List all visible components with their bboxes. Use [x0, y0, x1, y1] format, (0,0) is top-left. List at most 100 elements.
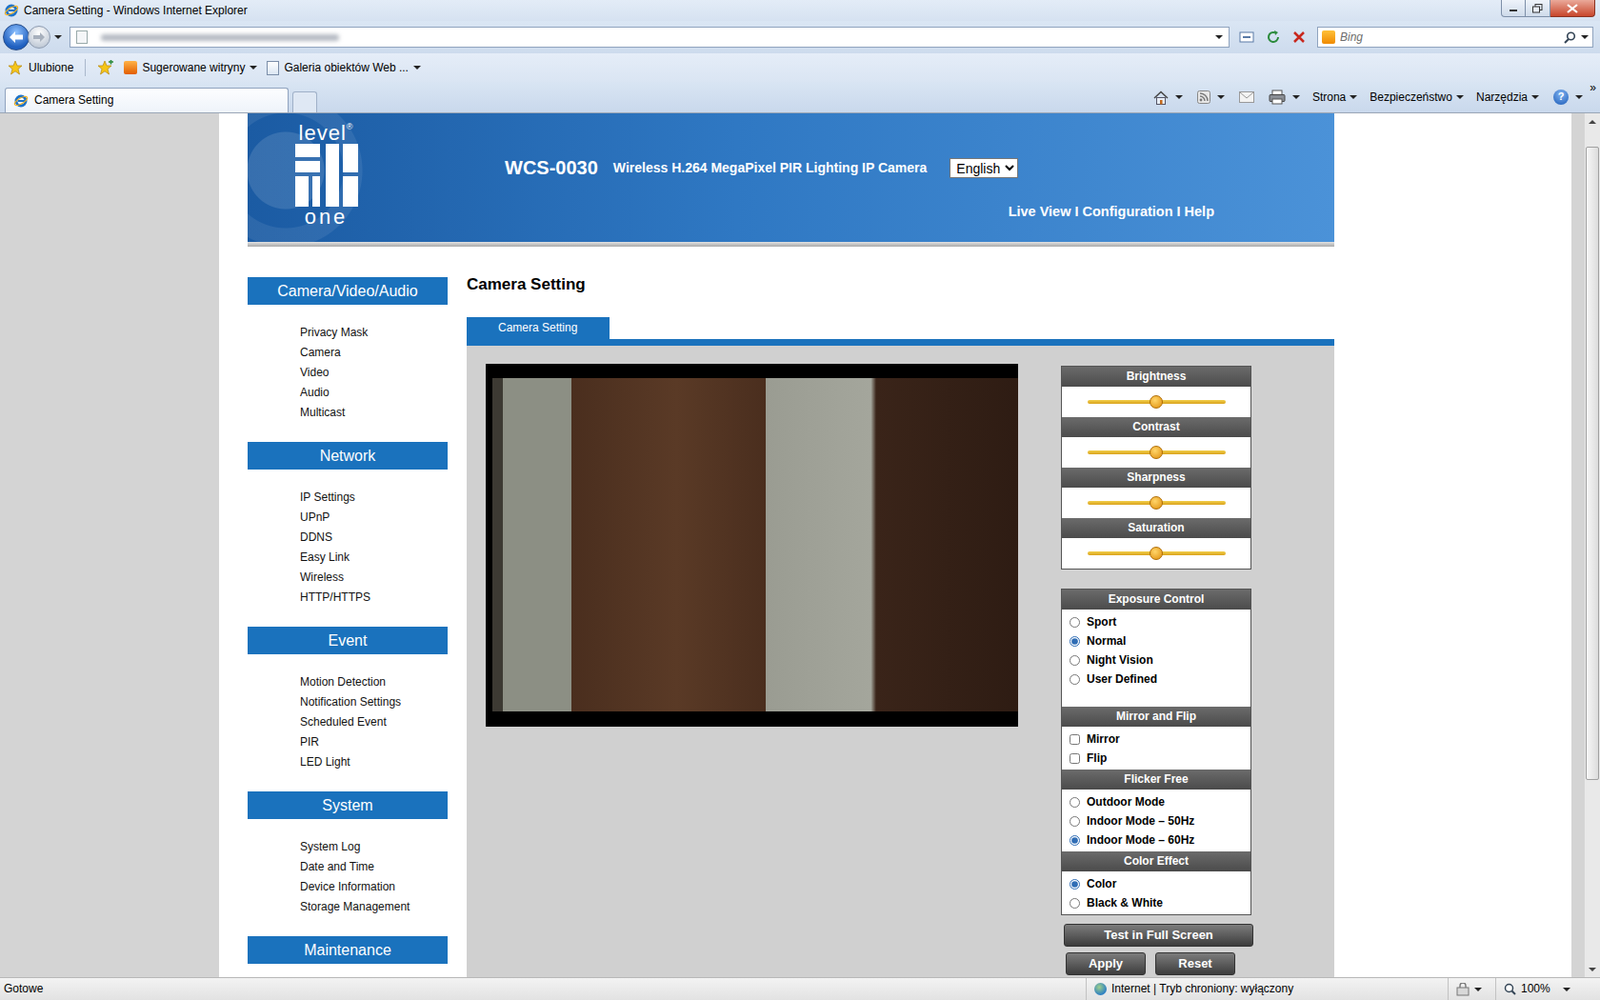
- sidebar-item[interactable]: Motion Detection: [300, 672, 448, 693]
- scroll-up-button[interactable]: [1584, 113, 1600, 130]
- sidebar-section-title[interactable]: Event: [247, 626, 448, 655]
- mail-icon[interactable]: [1239, 91, 1255, 103]
- sidebar-section-title[interactable]: Camera/Video/Audio: [247, 277, 448, 305]
- slider-knob[interactable]: [1149, 496, 1163, 510]
- command-caret-icon[interactable]: [1349, 95, 1358, 100]
- radio-button[interactable]: [1069, 617, 1080, 628]
- slider[interactable]: [1061, 386, 1251, 418]
- sidebar-item[interactable]: PIR: [300, 732, 448, 753]
- radio-button[interactable]: [1069, 898, 1080, 909]
- sidebar-item[interactable]: HTTP/HTTPS: [300, 587, 448, 608]
- feeds-icon[interactable]: [1197, 90, 1211, 104]
- top-link[interactable]: Live View: [1008, 203, 1072, 220]
- favorites-star-icon[interactable]: [7, 60, 23, 76]
- search-box[interactable]: [1317, 26, 1594, 48]
- checkbox[interactable]: [1069, 753, 1080, 764]
- favorite-item[interactable]: Sugerowane witryny: [123, 60, 258, 76]
- sidebar-item[interactable]: Date and Time: [300, 857, 448, 878]
- magnifier-icon[interactable]: [1563, 31, 1577, 44]
- option-label[interactable]: Normal: [1086, 634, 1126, 649]
- sidebar-item[interactable]: Device Information: [300, 877, 448, 898]
- radio-option[interactable]: Sport: [1069, 612, 1251, 632]
- home-icon[interactable]: [1153, 90, 1169, 105]
- stop-icon[interactable]: [1292, 30, 1306, 44]
- favorite-item[interactable]: Galeria obiektów Web ...: [266, 60, 421, 76]
- sidebar-item[interactable]: Privacy Mask: [300, 322, 448, 343]
- radio-option[interactable]: Night Vision: [1069, 650, 1251, 670]
- sidebar-section-title[interactable]: Network: [247, 441, 448, 470]
- search-caret-icon[interactable]: [1580, 35, 1589, 40]
- address-caret-icon[interactable]: [1215, 35, 1223, 40]
- favorites-label[interactable]: Ulubione: [28, 60, 74, 76]
- slider-track[interactable]: [1087, 500, 1226, 505]
- scroll-thumb[interactable]: [1585, 146, 1600, 780]
- help-icon[interactable]: ?: [1553, 89, 1569, 105]
- top-link[interactable]: Configuration: [1082, 203, 1174, 220]
- option-label[interactable]: Color: [1086, 877, 1117, 892]
- radio-option[interactable]: Black & White: [1069, 893, 1251, 913]
- option-label[interactable]: Indoor Mode – 50Hz: [1086, 814, 1195, 829]
- option-label[interactable]: Mirror: [1086, 732, 1120, 747]
- sidebar-item[interactable]: Storage Management: [300, 897, 448, 918]
- scroll-down-button[interactable]: [1584, 960, 1600, 978]
- radio-button[interactable]: [1069, 879, 1080, 890]
- sidebar-item[interactable]: Scheduled Event: [300, 712, 448, 733]
- option-label[interactable]: Flip: [1086, 751, 1107, 766]
- new-tab-button[interactable]: [292, 91, 318, 113]
- command-caret-icon[interactable]: [1456, 95, 1464, 100]
- radio-button[interactable]: [1069, 835, 1080, 846]
- radio-button[interactable]: [1069, 797, 1080, 808]
- help-caret-icon[interactable]: [1575, 95, 1583, 100]
- radio-option[interactable]: Outdoor Mode: [1069, 792, 1251, 812]
- slider-knob[interactable]: [1149, 445, 1163, 460]
- compatibility-icon[interactable]: [1239, 30, 1255, 44]
- tab-label[interactable]: Camera Setting: [34, 93, 114, 108]
- top-link[interactable]: Help: [1184, 203, 1215, 220]
- zoom-level[interactable]: 100%: [1520, 981, 1551, 997]
- sidebar-item[interactable]: IP Settings: [300, 487, 448, 508]
- option-label[interactable]: Night Vision: [1086, 653, 1154, 668]
- command-menu[interactable]: Narzędzia: [1476, 90, 1540, 105]
- sidebar-item[interactable]: Video: [300, 362, 448, 383]
- slider-knob[interactable]: [1149, 546, 1163, 560]
- forward-button[interactable]: [27, 25, 51, 49]
- restore-button[interactable]: [1525, 0, 1551, 18]
- settings-tab[interactable]: Camera Setting: [466, 317, 610, 340]
- command-label[interactable]: Strona: [1312, 90, 1346, 105]
- print-icon[interactable]: [1268, 89, 1286, 105]
- option-label[interactable]: Sport: [1086, 615, 1117, 630]
- feeds-caret-icon[interactable]: [1217, 95, 1225, 100]
- protected-caret-icon[interactable]: [1474, 987, 1482, 992]
- checkbox[interactable]: [1069, 734, 1080, 745]
- history-caret-icon[interactable]: [54, 35, 62, 40]
- reset-button[interactable]: Reset: [1155, 952, 1236, 976]
- zoom-icon[interactable]: [1503, 982, 1517, 996]
- command-caret-icon[interactable]: [1531, 95, 1540, 100]
- address-bar[interactable]: [69, 26, 1230, 48]
- radio-option[interactable]: Normal: [1069, 631, 1251, 651]
- option-label[interactable]: Outdoor Mode: [1086, 795, 1165, 810]
- sidebar-item[interactable]: System Log: [300, 837, 448, 858]
- sidebar-item[interactable]: DDNS: [300, 527, 448, 548]
- minimize-button[interactable]: [1500, 0, 1526, 18]
- radio-option[interactable]: User Defined: [1069, 669, 1251, 689]
- sidebar-item[interactable]: Audio: [300, 382, 448, 403]
- sidebar-item[interactable]: Easy Link: [300, 547, 448, 568]
- add-favorite-icon[interactable]: [97, 60, 115, 76]
- apply-button[interactable]: Apply: [1065, 952, 1146, 976]
- sidebar-item[interactable]: Camera: [300, 342, 448, 363]
- slider[interactable]: [1061, 538, 1251, 569]
- close-button[interactable]: [1550, 0, 1596, 18]
- sidebar-item[interactable]: LED Light: [300, 752, 448, 773]
- option-label[interactable]: User Defined: [1086, 672, 1158, 687]
- command-menu[interactable]: Bezpieczeństwo: [1369, 90, 1464, 105]
- radio-button[interactable]: [1069, 636, 1080, 647]
- sidebar-item[interactable]: Notification Settings: [300, 692, 448, 713]
- slider[interactable]: [1061, 487, 1251, 519]
- radio-button[interactable]: [1069, 655, 1080, 666]
- checkbox-option[interactable]: Mirror: [1069, 729, 1251, 749]
- radio-option[interactable]: Indoor Mode – 50Hz: [1069, 811, 1251, 831]
- sidebar-section-title[interactable]: Maintenance: [247, 936, 448, 964]
- option-label[interactable]: Indoor Mode – 60Hz: [1086, 833, 1195, 848]
- checkbox-option[interactable]: Flip: [1069, 748, 1251, 768]
